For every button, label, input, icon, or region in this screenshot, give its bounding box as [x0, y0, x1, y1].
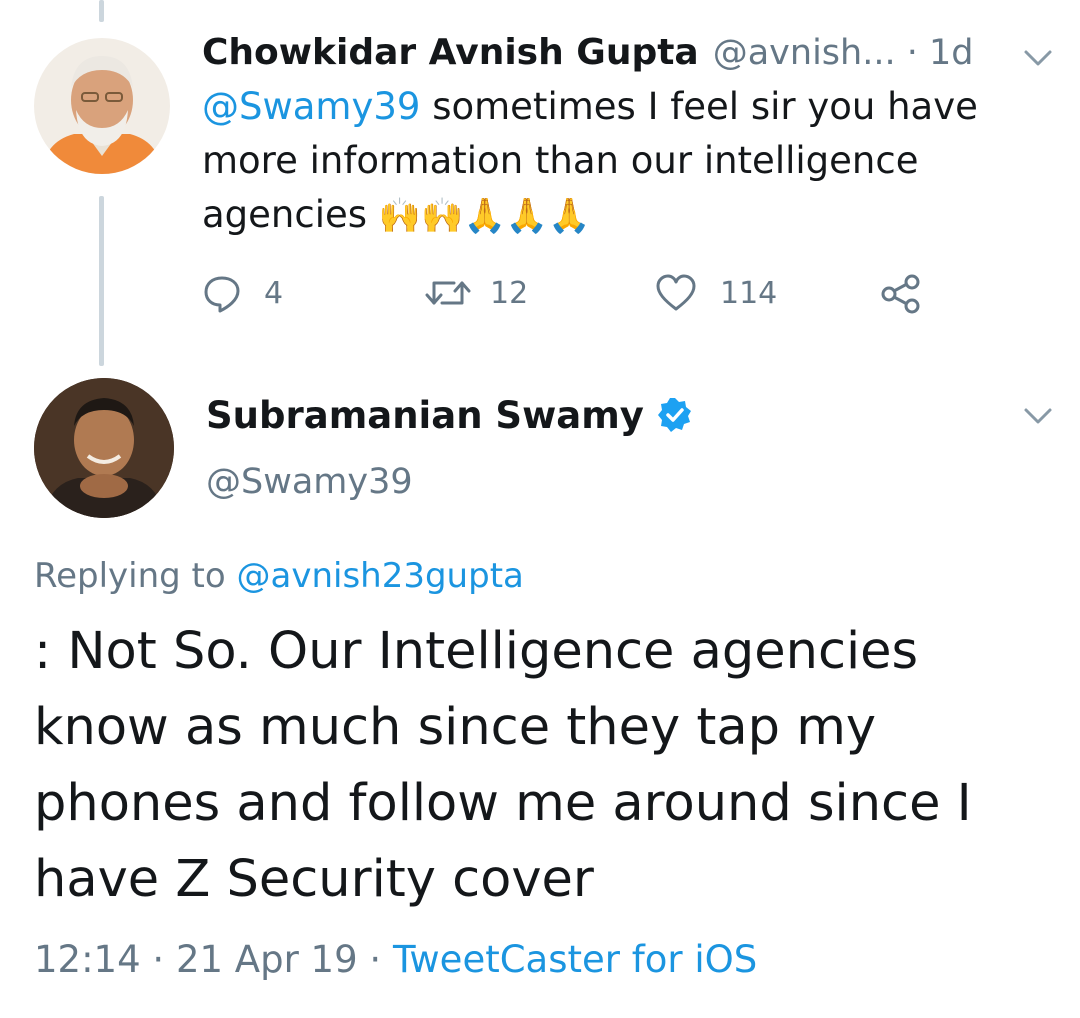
reply-mention-link[interactable]: @Swamy39 — [202, 85, 420, 128]
footer-separator-2: · — [357, 938, 393, 981]
main-text-line1: : Not So. Our Intelligence agencies — [34, 622, 919, 681]
main-text-line4: have Z Security cover — [34, 850, 594, 909]
avatar-swamy[interactable] — [34, 378, 174, 518]
reply-author-name[interactable]: Chowkidar Avnish Gupta — [202, 32, 699, 73]
tweet-source-link[interactable]: TweetCaster for iOS — [393, 938, 757, 981]
retweet-action[interactable]: 12 — [424, 270, 528, 316]
footer-separator-1: · — [140, 938, 176, 981]
reply-text-line1: sometimes I feel sir you have — [420, 85, 978, 128]
reply-emoji: 🙌🙌🙏🙏🙏 — [378, 196, 591, 236]
main-text-line2: know as much since they tap my — [34, 698, 877, 757]
reply-text-line3: agencies — [202, 193, 379, 236]
reply-action[interactable]: 4 — [202, 270, 283, 316]
tweet-date: 21 Apr 19 — [175, 938, 358, 981]
tweet-footer: 12:14 · 21 Apr 19 · TweetCaster for iOS — [34, 938, 757, 981]
replying-to-label: Replying to — [34, 556, 237, 596]
chevron-down-icon[interactable] — [1022, 406, 1054, 426]
reply-count: 4 — [264, 275, 284, 311]
main-author-name[interactable]: Subramanian Swamy — [206, 394, 644, 437]
thread-line-middle — [99, 196, 104, 366]
retweet-count: 12 — [490, 275, 529, 311]
main-tweet-text: : Not So. Our Intelligence agencies know… — [34, 614, 1064, 918]
reply-tweet-header: Chowkidar Avnish Gupta @avnish... · 1d — [202, 32, 974, 80]
reply-time-ago[interactable]: 1d — [929, 33, 974, 73]
share-icon[interactable] — [880, 274, 922, 314]
like-icon — [656, 274, 696, 311]
retweet-icon — [425, 281, 471, 305]
verified-badge-icon — [657, 398, 691, 432]
main-text-line3: phones and follow me around since I — [34, 774, 972, 833]
reply-separator: · — [895, 33, 929, 73]
main-author-handle[interactable]: @Swamy39 — [206, 462, 413, 502]
reply-icon — [204, 276, 240, 313]
tweet-time: 12:14 — [34, 938, 141, 981]
reply-text-line2: more information than our intelligence — [202, 139, 919, 182]
chevron-down-icon[interactable] — [1022, 48, 1054, 68]
avatar-avnish[interactable] — [34, 38, 170, 174]
reply-tweet-text: @Swamy39 sometimes I feel sir you have m… — [202, 80, 1022, 243]
reply-author-handle[interactable]: @avnish... — [713, 33, 896, 73]
like-count: 114 — [720, 275, 778, 311]
like-action[interactable]: 114 — [654, 270, 777, 316]
replying-to-handle-link[interactable]: @avnish23gupta — [237, 556, 524, 596]
replying-to-line: Replying to @avnish23gupta — [34, 556, 524, 596]
thread-line-top — [99, 0, 104, 22]
main-author-row: Subramanian Swamy — [206, 392, 694, 438]
